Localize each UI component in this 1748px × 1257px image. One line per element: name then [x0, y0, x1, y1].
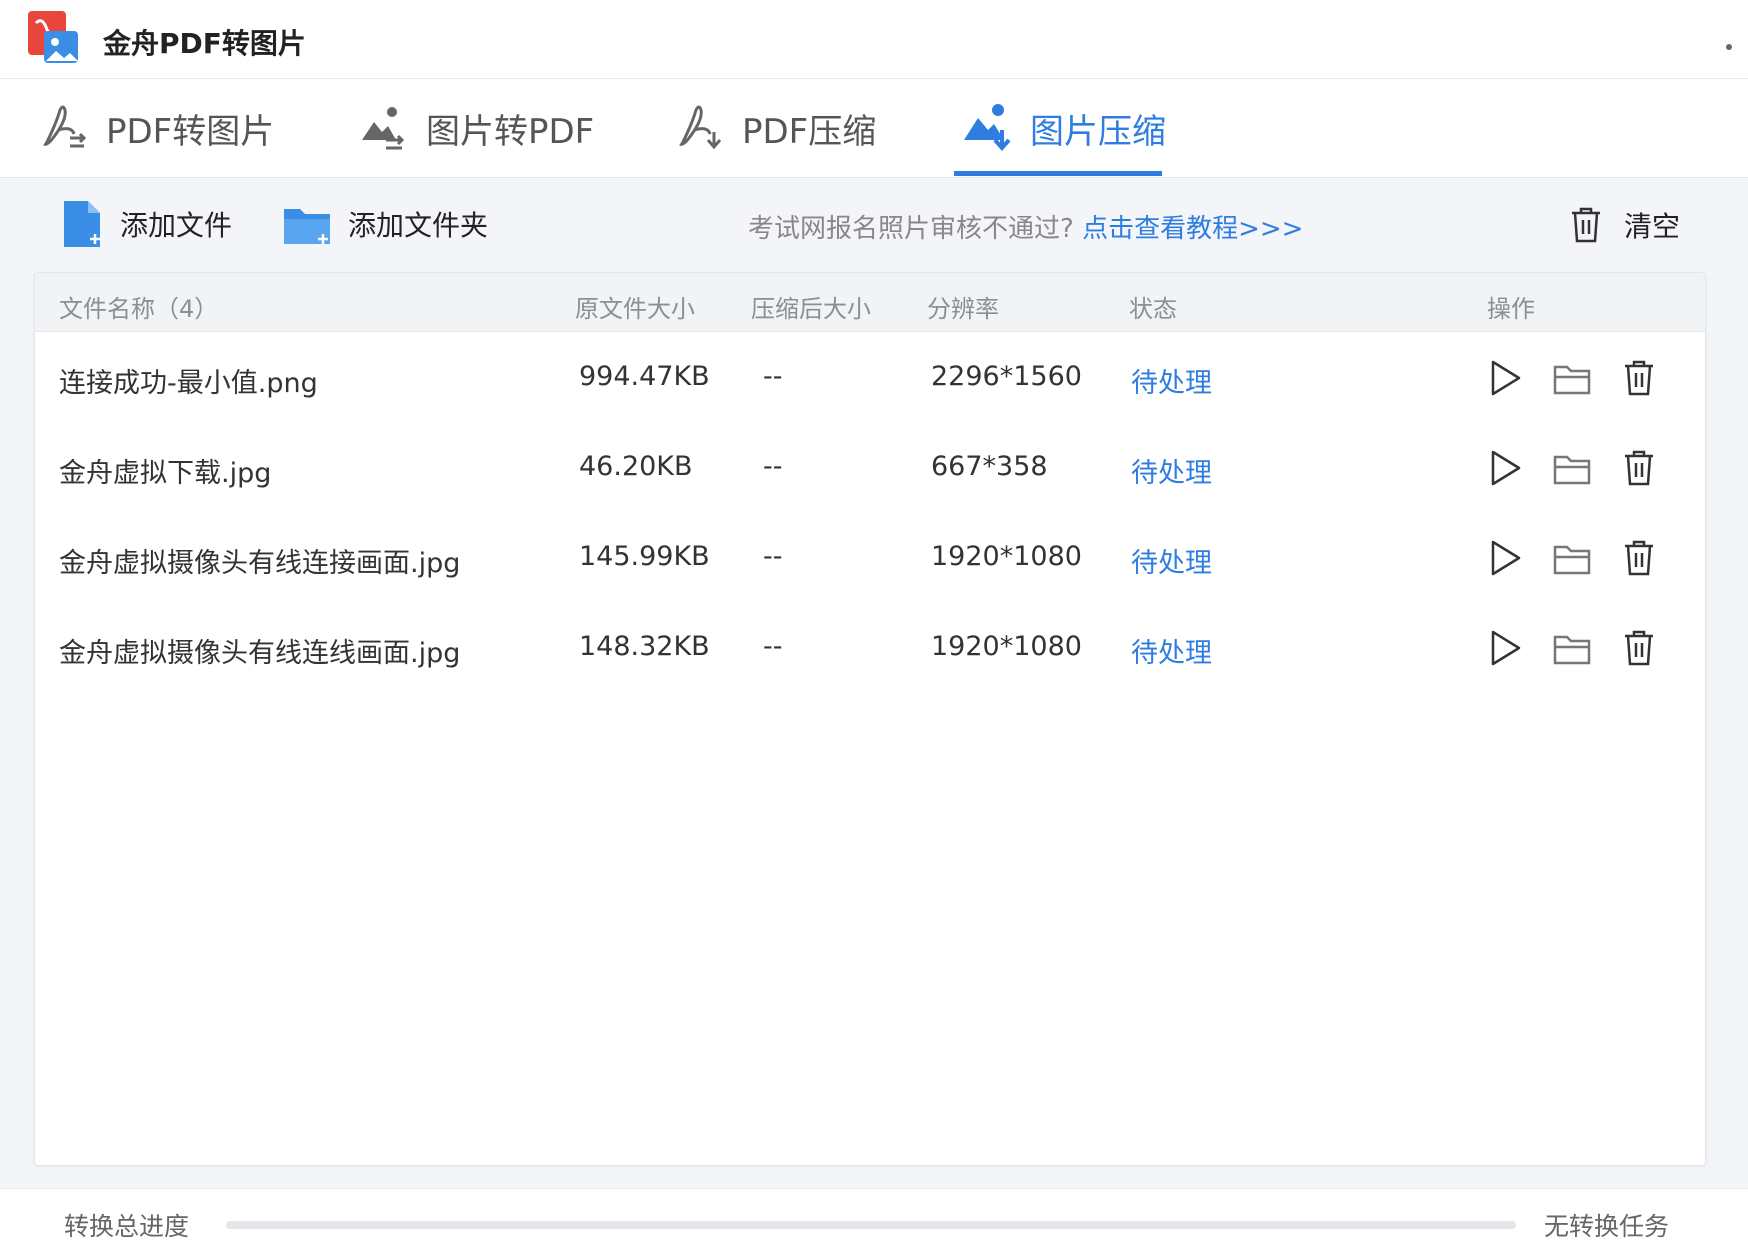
pdf-compress-icon [679, 105, 722, 150]
delete-icon[interactable] [1619, 537, 1659, 579]
play-icon[interactable] [1485, 627, 1525, 669]
progress-label: 转换总进度 [64, 1212, 190, 1241]
clear-button[interactable]: 清空 [1568, 200, 1680, 250]
row-status[interactable]: 待处理 [1131, 451, 1212, 490]
tab-image-compress[interactable]: 图片压缩 [960, 79, 1166, 177]
tab-bar: PDF转图片 图片转PDF PDF压缩 图片压缩 [0, 79, 1748, 178]
row-original-size: 46.20KB [579, 451, 693, 482]
row-file-name: 金舟虚拟摄像头有线连线画面.jpg [59, 638, 461, 669]
pdf-to-image-icon [43, 105, 87, 148]
add-folder-icon [284, 209, 330, 244]
tab-pdf-compress[interactable]: PDF压缩 [672, 79, 876, 177]
tab-image-to-pdf[interactable]: 图片转PDF [356, 79, 594, 177]
delete-icon[interactable] [1619, 627, 1659, 669]
row-resolution: 2296*1560 [931, 361, 1082, 392]
row-status[interactable]: 待处理 [1131, 361, 1212, 400]
header-compressed-size: 压缩后大小 [751, 295, 871, 323]
row-original-size: 145.99KB [579, 541, 710, 572]
window-menu-dot[interactable] [1726, 44, 1732, 50]
row-compressed-size: -- [763, 361, 783, 392]
add-file-icon [64, 201, 100, 247]
row-resolution: 1920*1080 [931, 631, 1082, 662]
add-folder-label: 添加文件夹 [348, 209, 489, 242]
table-header: 文件名称（4） 原文件大小 压缩后大小 分辨率 状态 操作 [35, 273, 1705, 332]
notice-text: 考试网报名照片审核不通过? [748, 214, 1074, 244]
header-resolution: 分辨率 [927, 295, 999, 323]
play-icon[interactable] [1485, 357, 1525, 399]
trash-icon [1572, 207, 1600, 243]
tutorial-link[interactable]: 点击查看教程>>> [1082, 214, 1303, 244]
table-row: 金舟虚拟摄像头有线连线画面.jpg 148.32KB -- 1920*1080 … [35, 605, 1705, 695]
row-resolution: 667*358 [931, 451, 1048, 482]
open-folder-icon[interactable] [1553, 447, 1593, 489]
play-icon[interactable] [1485, 447, 1525, 489]
tab-image-compress-label: 图片压缩 [1030, 111, 1166, 152]
table-row: 连接成功-最小值.png 994.47KB -- 2296*1560 待处理 [35, 335, 1705, 425]
add-folder-button[interactable]: 添加文件夹 [282, 198, 488, 250]
header-file-name: 文件名称（4） [59, 295, 219, 323]
row-file-name: 金舟虚拟下载.jpg [59, 458, 272, 489]
header-original-size: 原文件大小 [575, 295, 695, 323]
file-table: 文件名称（4） 原文件大小 压缩后大小 分辨率 状态 操作 连接成功-最小值.p… [34, 272, 1706, 1166]
row-compressed-size: -- [763, 631, 783, 662]
main-content: 添加文件 添加文件夹 考试网报名照片审核不通过? 点击查看教程>>> 清空 文件… [0, 178, 1748, 1256]
row-status[interactable]: 待处理 [1131, 631, 1212, 670]
title-bar: 金舟PDF转图片 [0, 0, 1748, 79]
header-status: 状态 [1129, 295, 1177, 323]
row-compressed-size: -- [763, 541, 783, 572]
row-file-name: 连接成功-最小值.png [59, 368, 318, 399]
row-status[interactable]: 待处理 [1131, 541, 1212, 580]
notice-bar: 考试网报名照片审核不通过? 点击查看教程>>> [748, 208, 1303, 245]
row-compressed-size: -- [763, 451, 783, 482]
app-title: 金舟PDF转图片 [103, 27, 306, 60]
table-row: 金舟虚拟下载.jpg 46.20KB -- 667*358 待处理 [35, 425, 1705, 515]
image-to-pdf-icon [362, 107, 405, 150]
progress-status: 无转换任务 [1544, 1212, 1670, 1241]
add-file-label: 添加文件 [120, 209, 233, 242]
play-icon[interactable] [1485, 537, 1525, 579]
add-file-button[interactable]: 添加文件 [60, 198, 232, 250]
header-actions: 操作 [1487, 295, 1535, 323]
row-original-size: 994.47KB [579, 361, 710, 392]
tab-pdf-compress-label: PDF压缩 [742, 111, 877, 152]
open-folder-icon[interactable] [1553, 357, 1593, 399]
tab-image-to-pdf-label: 图片转PDF [426, 111, 595, 152]
app-logo-icon [28, 11, 78, 63]
row-original-size: 148.32KB [579, 631, 710, 662]
tab-pdf-to-image[interactable]: PDF转图片 [36, 79, 274, 177]
table-row: 金舟虚拟摄像头有线连接画面.jpg 145.99KB -- 1920*1080 … [35, 515, 1705, 605]
active-tab-indicator [954, 171, 1162, 176]
row-resolution: 1920*1080 [931, 541, 1082, 572]
image-compress-icon [964, 104, 1011, 152]
tab-pdf-to-image-label: PDF转图片 [106, 111, 275, 152]
row-file-name: 金舟虚拟摄像头有线连接画面.jpg [59, 548, 461, 579]
delete-icon[interactable] [1619, 447, 1659, 489]
open-folder-icon[interactable] [1553, 627, 1593, 669]
progress-footer: 转换总进度 无转换任务 [0, 1188, 1748, 1257]
progress-bar [226, 1221, 1516, 1229]
open-folder-icon[interactable] [1553, 537, 1593, 579]
clear-label: 清空 [1624, 210, 1681, 243]
delete-icon[interactable] [1619, 357, 1659, 399]
